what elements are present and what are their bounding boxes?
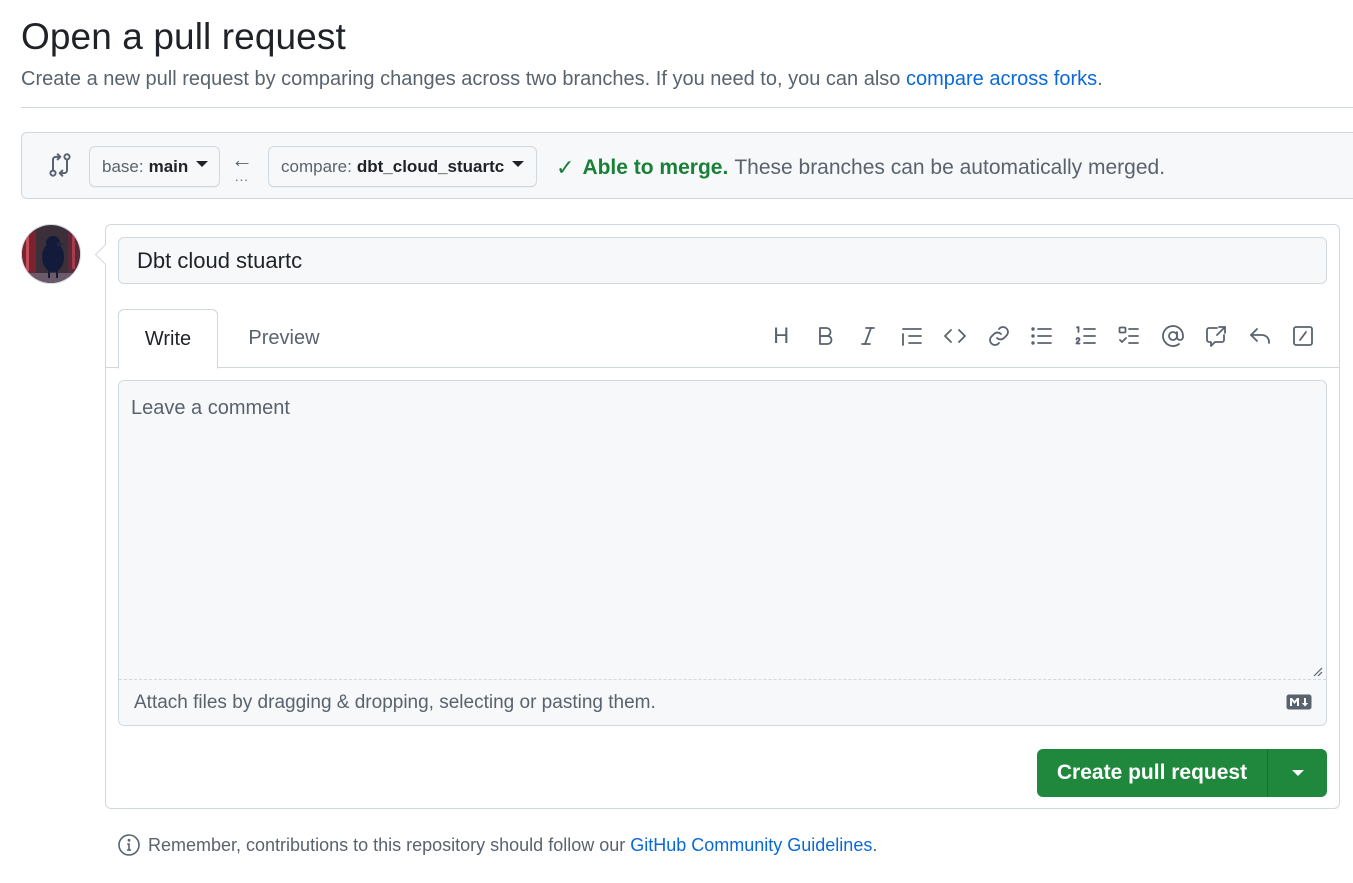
compare-across-forks-link[interactable]: compare across forks bbox=[906, 68, 1097, 90]
header-divider bbox=[21, 107, 1353, 108]
bold-icon bbox=[818, 327, 833, 345]
check-icon: ✓ bbox=[556, 155, 575, 180]
base-branch-select[interactable]: base: main bbox=[89, 146, 220, 187]
guidelines-text: Remember, contributions to this reposito… bbox=[148, 834, 626, 855]
base-branch-name: main bbox=[148, 156, 189, 176]
attach-files-bar[interactable]: Attach files by dragging & dropping, sel… bbox=[119, 679, 1326, 725]
info-icon bbox=[118, 834, 140, 856]
markdown-toolbar: H bbox=[760, 322, 1326, 350]
mention-icon bbox=[1161, 325, 1184, 347]
subhead-end: . bbox=[1097, 68, 1103, 90]
caret-down-icon bbox=[196, 160, 209, 167]
resize-handle[interactable] bbox=[1311, 665, 1323, 677]
create-options-dropdown[interactable] bbox=[1268, 749, 1327, 797]
italic-icon bbox=[861, 327, 876, 345]
guidelines-end: . bbox=[872, 834, 878, 855]
pr-title-input[interactable] bbox=[118, 237, 1327, 284]
quote-button[interactable] bbox=[890, 322, 934, 350]
quote-icon bbox=[901, 328, 922, 346]
heading-button[interactable]: H bbox=[760, 322, 804, 350]
git-compare-icon bbox=[49, 153, 71, 177]
attach-files-text: Attach files by dragging & dropping, sel… bbox=[134, 692, 656, 713]
branch-range-bar: base: main ← ... compare: dbt_cloud_stuart… bbox=[21, 132, 1353, 199]
compare-prefix: compare: bbox=[281, 156, 352, 176]
base-prefix: base: bbox=[102, 156, 144, 176]
tab-preview[interactable]: Preview bbox=[234, 309, 334, 368]
code-button[interactable] bbox=[934, 322, 978, 350]
task-list-icon bbox=[1118, 326, 1140, 344]
compare-branch-select[interactable]: compare: dbt_cloud_stuartc bbox=[268, 146, 537, 187]
reply-icon bbox=[1249, 328, 1270, 344]
saved-reply-button[interactable] bbox=[1238, 322, 1282, 350]
link-button[interactable] bbox=[977, 322, 1021, 350]
cross-reference-icon bbox=[1206, 326, 1227, 347]
create-pull-request-button[interactable]: Create pull request bbox=[1037, 749, 1268, 797]
markdown-icon[interactable] bbox=[1286, 694, 1312, 710]
range-dots: ... bbox=[235, 169, 249, 184]
submit-button-group: Create pull request bbox=[1037, 749, 1327, 797]
code-icon bbox=[944, 329, 967, 343]
subhead-text: Create a new pull request by comparing c… bbox=[21, 68, 901, 90]
page-title: Open a pull request bbox=[21, 16, 346, 57]
contribution-guidelines-note: Remember, contributions to this reposito… bbox=[117, 833, 877, 857]
slash-command-button[interactable] bbox=[1282, 322, 1326, 350]
mention-button[interactable] bbox=[1151, 322, 1195, 350]
editor-tabs: Write Preview H bbox=[106, 309, 1339, 369]
ordered-list-button[interactable] bbox=[1064, 322, 1108, 350]
link-icon bbox=[988, 326, 1009, 346]
merge-status: ✓ Able to merge. These branches can be a… bbox=[556, 155, 1165, 181]
comment-textarea[interactable] bbox=[119, 381, 1326, 679]
tab-write[interactable]: Write bbox=[118, 309, 218, 369]
caret-down-icon bbox=[512, 160, 525, 167]
community-guidelines-link[interactable]: GitHub Community Guidelines bbox=[630, 835, 872, 856]
unordered-list-button[interactable] bbox=[1021, 322, 1065, 350]
caret-down-icon bbox=[1291, 770, 1304, 776]
ordered-list-icon bbox=[1075, 326, 1096, 345]
bold-button[interactable] bbox=[803, 322, 847, 350]
compare-branch-name: dbt_cloud_stuartc bbox=[356, 156, 505, 176]
pull-request-form: Write Preview H bbox=[105, 224, 1340, 809]
merge-message: These branches can be automatically merg… bbox=[734, 156, 1166, 179]
task-list-button[interactable] bbox=[1108, 322, 1152, 350]
heading-icon: H bbox=[773, 323, 790, 348]
cross-reference-button[interactable] bbox=[1195, 322, 1239, 350]
italic-button[interactable] bbox=[847, 322, 891, 350]
unordered-list-icon bbox=[1031, 327, 1053, 345]
page-subhead: Create a new pull request by comparing c… bbox=[21, 68, 1103, 91]
avatar-image bbox=[22, 225, 80, 283]
merge-ok-label: Able to merge. bbox=[582, 156, 729, 179]
comment-box: Attach files by dragging & dropping, sel… bbox=[118, 380, 1327, 726]
slash-command-icon bbox=[1293, 326, 1314, 346]
avatar[interactable] bbox=[21, 224, 81, 284]
